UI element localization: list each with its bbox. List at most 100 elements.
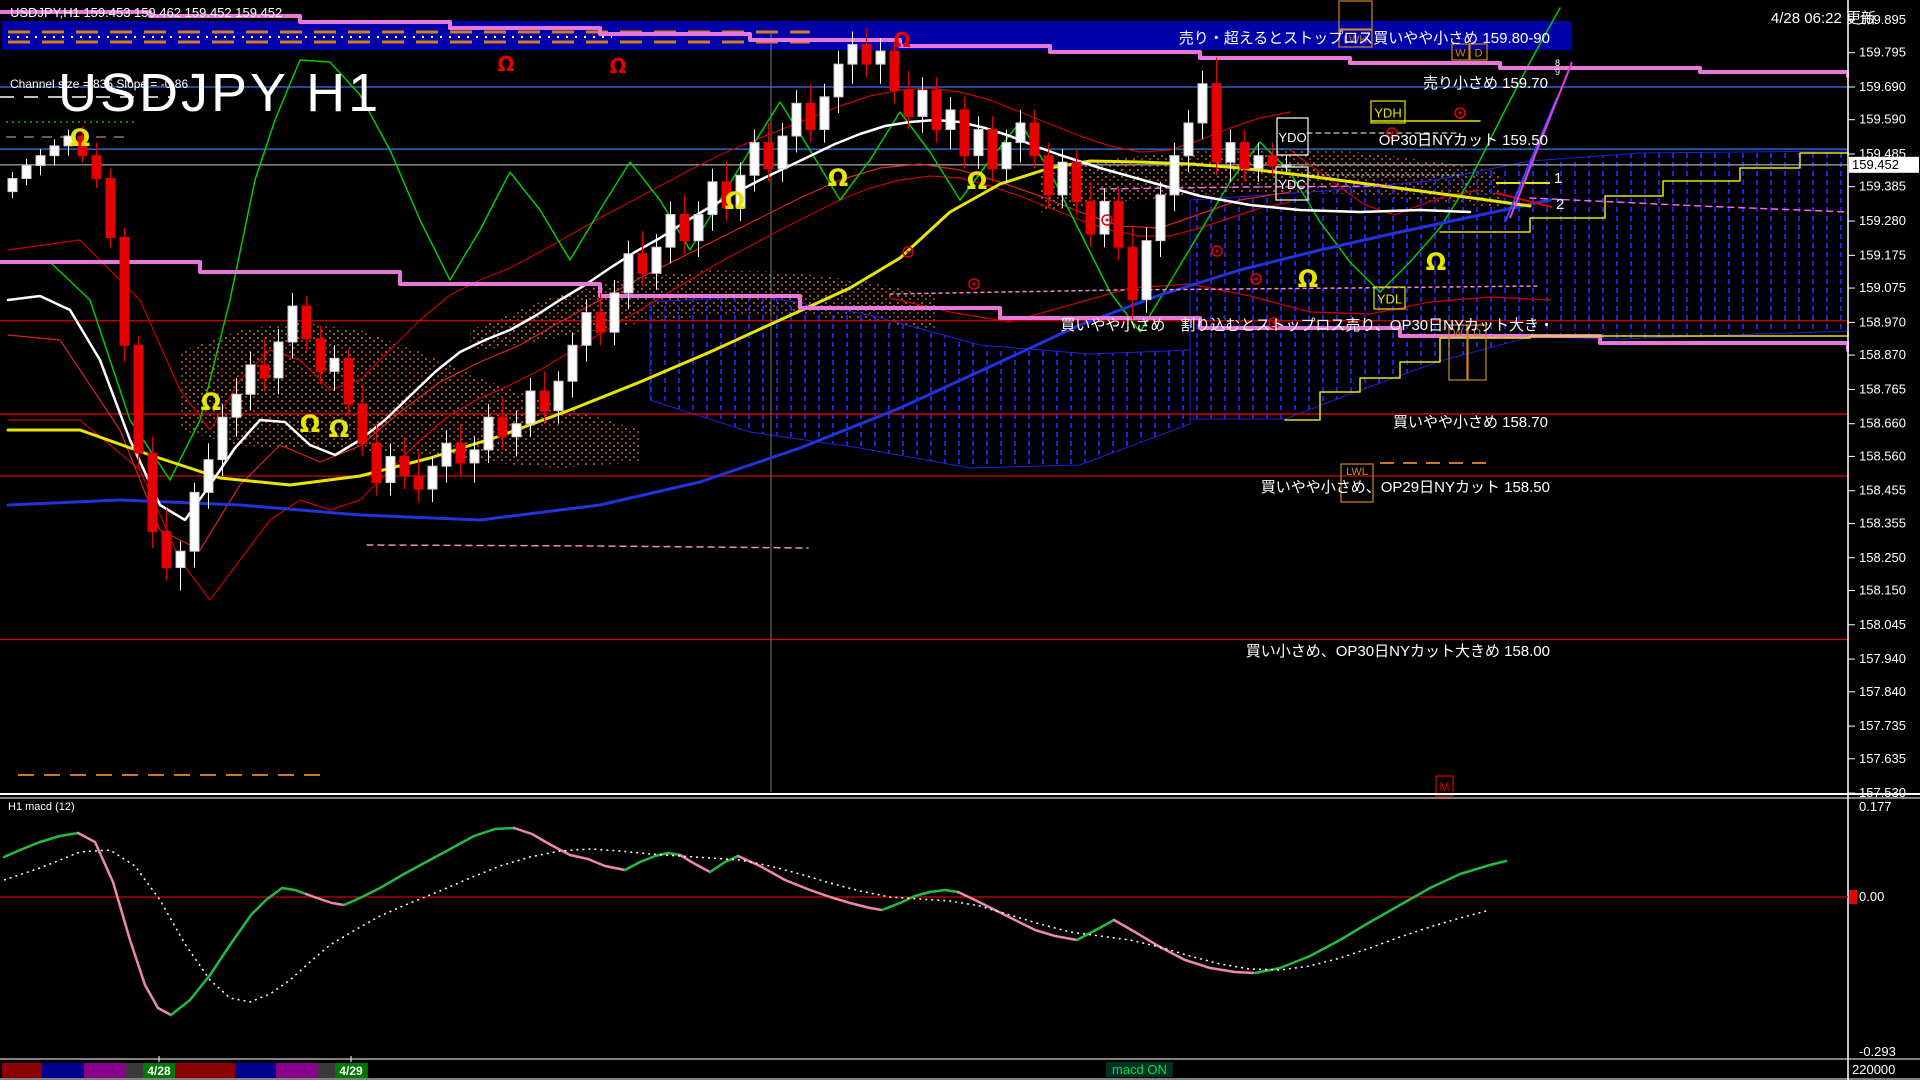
candle-body (1239, 142, 1250, 170)
omega-marker-yellow: Ω (1426, 248, 1446, 276)
candle-body (371, 442, 382, 484)
session-segment-1 (42, 1063, 84, 1078)
annotation-2: OP30日NYカット 159.50 (1378, 132, 1548, 149)
candle-body (945, 109, 956, 131)
candle-body (791, 102, 802, 137)
macd-toggle-button[interactable]: macd ON (1106, 1062, 1173, 1077)
candle-body (819, 96, 830, 131)
price-tick-label: 158.150 (1859, 582, 1906, 597)
macd-indicator-label: H1 macd (12) (8, 801, 75, 813)
session-segment-5 (235, 1063, 276, 1078)
candle-body (525, 390, 536, 425)
candle-body (1155, 194, 1166, 242)
candle-body (441, 442, 452, 467)
candle-body (749, 142, 760, 176)
channel-info-label: Channel size = 835 Slope = -0.86 (10, 77, 189, 91)
candle-body (49, 145, 60, 157)
price-tick-label: 159.280 (1859, 213, 1906, 228)
candle-body (1225, 142, 1236, 163)
candle-body (287, 305, 298, 343)
macd-line-segment-3 (304, 892, 346, 907)
candle-body (455, 442, 466, 464)
annotation-6: 買い小さめ、OP30日NYカット大きめ 158.00 (1245, 643, 1550, 660)
candle-body (1211, 83, 1222, 163)
candle-body (273, 341, 284, 379)
candle-body (21, 164, 32, 180)
candle-body (7, 178, 18, 193)
candle-body (469, 449, 480, 464)
signal-circle-dot (1215, 249, 1219, 253)
trading-chart-window: Ω Ω Ω Ω Ω Ω Ω Ω Ω Ω Ω Ω LWH W D YDH YDO YDC YDL W D LWL M 159.8… (0, 0, 1920, 1080)
macd-line-segment-4 (342, 826, 516, 907)
annotation-10: 9 (1555, 67, 1561, 77)
candle-body (1253, 155, 1264, 170)
candle-body (1267, 155, 1278, 166)
signal-circle-dot (1458, 111, 1462, 115)
candle-body (343, 357, 354, 405)
macd-line-segment-14 (1253, 859, 1508, 975)
candle-body (35, 155, 46, 166)
candle-body (1029, 122, 1040, 157)
candle-body (245, 364, 256, 395)
candle-body (329, 357, 340, 372)
candle-body (217, 416, 228, 461)
session-segment-0 (2, 1063, 42, 1078)
candle-body (847, 44, 858, 65)
annotation-1: 売り小さめ 159.70 (1422, 75, 1548, 92)
candle-body (301, 305, 312, 340)
violet-dash-mid (366, 544, 809, 549)
price-tick-label: 157.735 (1859, 718, 1906, 733)
omega-marker-yellow: Ω (70, 124, 90, 152)
level-box-label-W: W (1455, 48, 1466, 60)
omega-marker-red: Ω (497, 52, 514, 76)
date-label[interactable]: 4/28 (147, 1064, 171, 1078)
price-tick-label: 158.970 (1859, 314, 1906, 329)
date-label[interactable]: 4/29 (339, 1064, 363, 1078)
candle-body (1071, 161, 1082, 202)
candle-body (539, 390, 550, 412)
candle-body (595, 312, 606, 333)
candle-body (1085, 200, 1096, 235)
candle-body (553, 380, 564, 412)
macd-line-segment-9 (736, 854, 884, 912)
omega-marker-yellow: Ω (725, 187, 745, 215)
omega-marker-red: Ω (609, 54, 626, 78)
price-tick-label: 159.175 (1859, 247, 1906, 262)
candle-body (861, 44, 872, 65)
macd-line-segment-6 (623, 851, 682, 872)
omega-marker-yellow: Ω (828, 164, 848, 192)
candle-body (1113, 200, 1124, 248)
price-chart-canvas[interactable]: ΩΩΩ ΩΩΩ ΩΩΩΩ ΩΩ LWHW DYDHYDOYDCYDLW DLWLM159.8… (0, 0, 1920, 1080)
candle-body (1057, 161, 1068, 196)
current-price-label: 159.452 (1852, 157, 1899, 172)
session-segment-2 (84, 1063, 125, 1078)
macd-tick-label: -0.293 (1859, 1044, 1896, 1059)
candle-body (189, 491, 200, 552)
macd-tick-label: 0.177 (1859, 799, 1892, 814)
price-tick-label: 157.635 (1859, 751, 1906, 766)
price-tick-label: 158.560 (1859, 448, 1906, 463)
candle-body (497, 416, 508, 438)
candle-body (889, 50, 900, 91)
candle-body (1043, 155, 1054, 196)
candle-body (805, 102, 816, 131)
price-tick-label: 159.795 (1859, 45, 1906, 60)
signal-circle-dot (1254, 277, 1258, 281)
candle-body (763, 142, 774, 170)
candle-body (707, 181, 718, 216)
omega-marker-red: Ω (893, 28, 910, 52)
candle-body (777, 135, 788, 170)
macd-line-segment-1 (76, 831, 173, 1017)
candle-body (679, 214, 690, 242)
updated-timestamp: 4/28 06:22 更新 (1770, 10, 1876, 27)
price-tick-label: 158.455 (1859, 483, 1906, 498)
candle-body (931, 89, 942, 131)
price-tick-label: 158.250 (1859, 550, 1906, 565)
annotation-8: 2 (1556, 196, 1565, 213)
annotation-5: 買いやや小さめ、OP29日NYカット 158.50 (1260, 479, 1550, 496)
candle-body (147, 452, 158, 533)
level-box-label-YDH: YDH (1374, 106, 1401, 121)
candle-body (1183, 122, 1194, 157)
candle-body (609, 292, 620, 333)
candle-body (91, 155, 102, 180)
